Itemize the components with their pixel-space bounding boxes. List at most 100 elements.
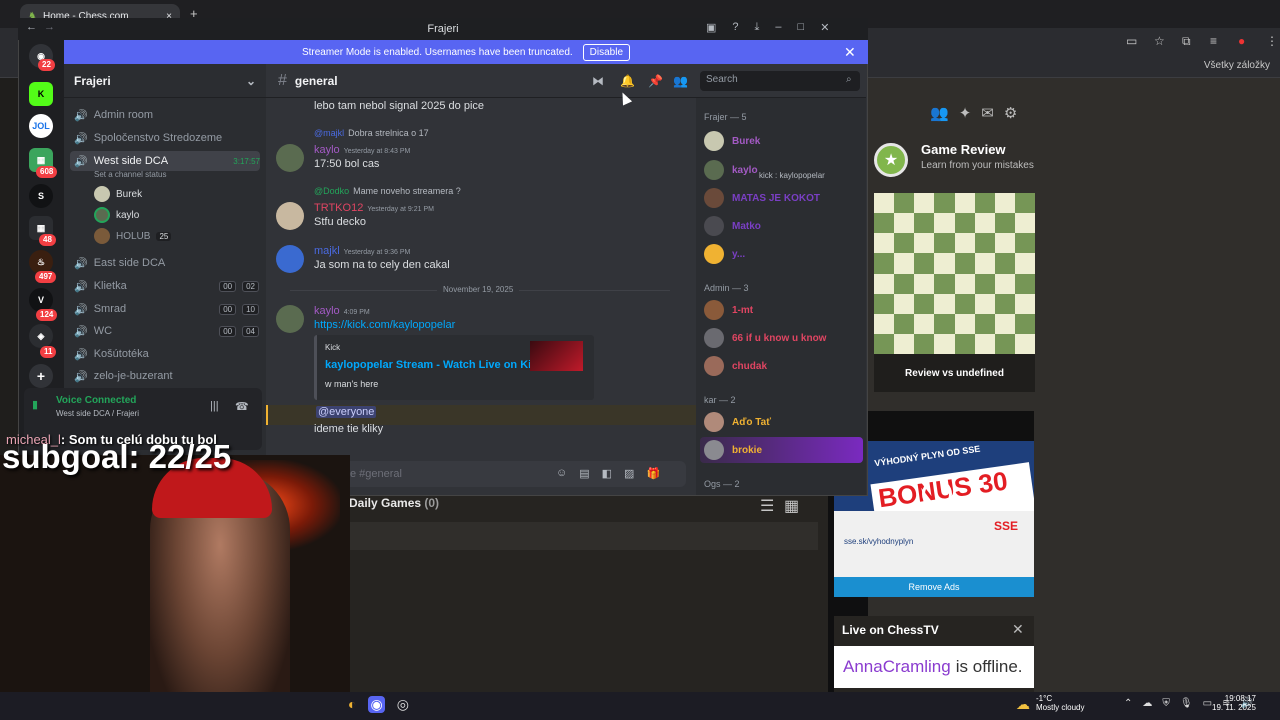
noise-suppression-icon[interactable]: ||| [210, 400, 219, 412]
browser-icon[interactable]: ◐ [348, 696, 356, 713]
minimize-icon[interactable]: – [775, 21, 781, 34]
board-square[interactable] [894, 213, 915, 234]
grid-view-icon[interactable]: ▦ [784, 496, 799, 516]
board-square[interactable] [914, 333, 935, 354]
list-view-icon[interactable]: ☰ [760, 496, 774, 516]
board-square[interactable] [874, 333, 895, 354]
cast-icon[interactable]: ▭ [1126, 34, 1140, 48]
message-link[interactable]: https://kick.com/kaylopopelar [314, 319, 455, 331]
board-square[interactable] [994, 233, 1015, 254]
board-square[interactable] [1014, 293, 1035, 314]
puzzle-icon[interactable]: ✦ [959, 104, 972, 122]
board-square[interactable] [914, 313, 935, 334]
board-square[interactable] [954, 213, 975, 234]
board-square[interactable] [994, 253, 1015, 274]
reply-preview[interactable]: @Dodko Mame noveho streamera ? [314, 186, 461, 196]
board-square[interactable] [1014, 193, 1035, 214]
daily-games-header[interactable]: Daily Games (0) [349, 496, 439, 510]
board-square[interactable] [914, 233, 935, 254]
board-square[interactable] [974, 293, 995, 314]
board-square[interactable] [994, 313, 1015, 334]
board-square[interactable] [1014, 213, 1035, 234]
board-square[interactable] [934, 233, 955, 254]
channel-wc[interactable]: 🔊 WC 00 04 [74, 321, 259, 341]
monitor-icon[interactable]: ▭ [1203, 698, 1212, 709]
everyone-mention[interactable]: @everyone [316, 406, 377, 418]
close-icon[interactable]: ✕ [1012, 621, 1024, 638]
board-square[interactable] [954, 193, 975, 214]
board-square[interactable] [954, 233, 975, 254]
all-bookmarks[interactable]: Všetky záložky [1204, 60, 1270, 71]
maximize-icon[interactable]: □ [798, 21, 805, 34]
board-square[interactable] [894, 273, 915, 294]
server-icon-s[interactable]: S [29, 184, 53, 208]
gift-icon[interactable]: 🎁 [646, 467, 660, 480]
voice-connected-title[interactable]: Voice Connected [56, 395, 136, 406]
board-square[interactable] [934, 333, 955, 354]
close-window-icon[interactable]: ✕ [820, 21, 829, 34]
channel-status[interactable]: Set a channel status [94, 170, 167, 179]
board-square[interactable] [914, 253, 935, 274]
messages-icon[interactable]: ✉ [981, 104, 994, 122]
search-input[interactable]: Search [700, 71, 860, 91]
channel-zelo[interactable]: 🔊 zelo-je-buzerant [74, 366, 259, 386]
board-square[interactable] [894, 293, 915, 314]
server-icon-kick[interactable]: K [29, 82, 53, 106]
board-square[interactable] [954, 333, 975, 354]
board-square[interactable] [894, 253, 915, 274]
board-square[interactable] [914, 193, 935, 214]
member-item[interactable]: kaylo [704, 160, 758, 180]
pin-icon[interactable]: 📌 [648, 74, 663, 88]
board-square[interactable] [1014, 333, 1035, 354]
board-square[interactable] [874, 233, 895, 254]
avatar[interactable] [276, 202, 304, 230]
chesstv-status[interactable]: AnnaCramling is offline. [834, 646, 1034, 688]
board-square[interactable] [934, 253, 955, 274]
channel-kosutoteka[interactable]: 🔊 Košútotéka [74, 344, 259, 364]
board-square[interactable] [1014, 273, 1035, 294]
member-item[interactable]: Matko [704, 216, 761, 236]
board-square[interactable] [874, 273, 895, 294]
mic-icon[interactable]: 🎙 [1180, 698, 1193, 709]
bell-icon[interactable]: 🔔 [620, 74, 635, 88]
board-square[interactable] [994, 273, 1015, 294]
weather-widget[interactable]: -1°C Mostly cloudy [1036, 694, 1084, 712]
board-square[interactable] [954, 273, 975, 294]
add-server-icon[interactable]: + [29, 364, 53, 388]
board-square[interactable] [994, 193, 1015, 214]
channel-klietka[interactable]: 🔊 Klietka 00 02 [74, 276, 259, 296]
board-square[interactable] [954, 313, 975, 334]
review-button[interactable]: Review vs undefined [874, 354, 1035, 392]
board-square[interactable] [1014, 233, 1035, 254]
threads-icon[interactable]: ⧓ [592, 74, 604, 88]
board-square[interactable] [974, 213, 995, 234]
board-square[interactable] [874, 213, 895, 234]
board-square[interactable] [974, 313, 995, 334]
board-square[interactable] [894, 333, 915, 354]
disable-button[interactable]: Disable [582, 43, 631, 61]
profile-icon[interactable]: ● [1238, 34, 1252, 48]
network-icon[interactable]: ☁ [1142, 698, 1152, 709]
channel-east-side-dca[interactable]: 🔊 East side DCA [74, 253, 259, 273]
board-square[interactable] [874, 253, 895, 274]
shield-icon[interactable]: ⛨ [1162, 698, 1170, 709]
channel-west-side-dca[interactable]: 🔊 West side DCA 3:17:57 [70, 151, 260, 171]
board-square[interactable] [974, 333, 995, 354]
extensions-icon[interactable]: ⧉ [1182, 34, 1196, 48]
board-square[interactable] [934, 213, 955, 234]
board-square[interactable] [974, 273, 995, 294]
game-review-title[interactable]: Game Review [921, 142, 1006, 157]
board-square[interactable] [954, 253, 975, 274]
gif-icon[interactable]: ▤ [579, 467, 589, 480]
forward-arrow-icon[interactable]: → [44, 21, 55, 33]
sticker-icon[interactable]: ◧ [602, 467, 612, 480]
close-icon[interactable]: ✕ [844, 44, 856, 61]
board-square[interactable] [874, 193, 895, 214]
friends-icon[interactable]: 👥 [930, 104, 949, 122]
board-square[interactable] [894, 313, 915, 334]
voice-user[interactable]: Burek [94, 186, 142, 202]
channel-admin-room[interactable]: 🔊 Admin room [74, 105, 259, 125]
avatar[interactable] [276, 305, 304, 333]
embed-thumbnail[interactable] [530, 341, 583, 371]
board-square[interactable] [914, 293, 935, 314]
